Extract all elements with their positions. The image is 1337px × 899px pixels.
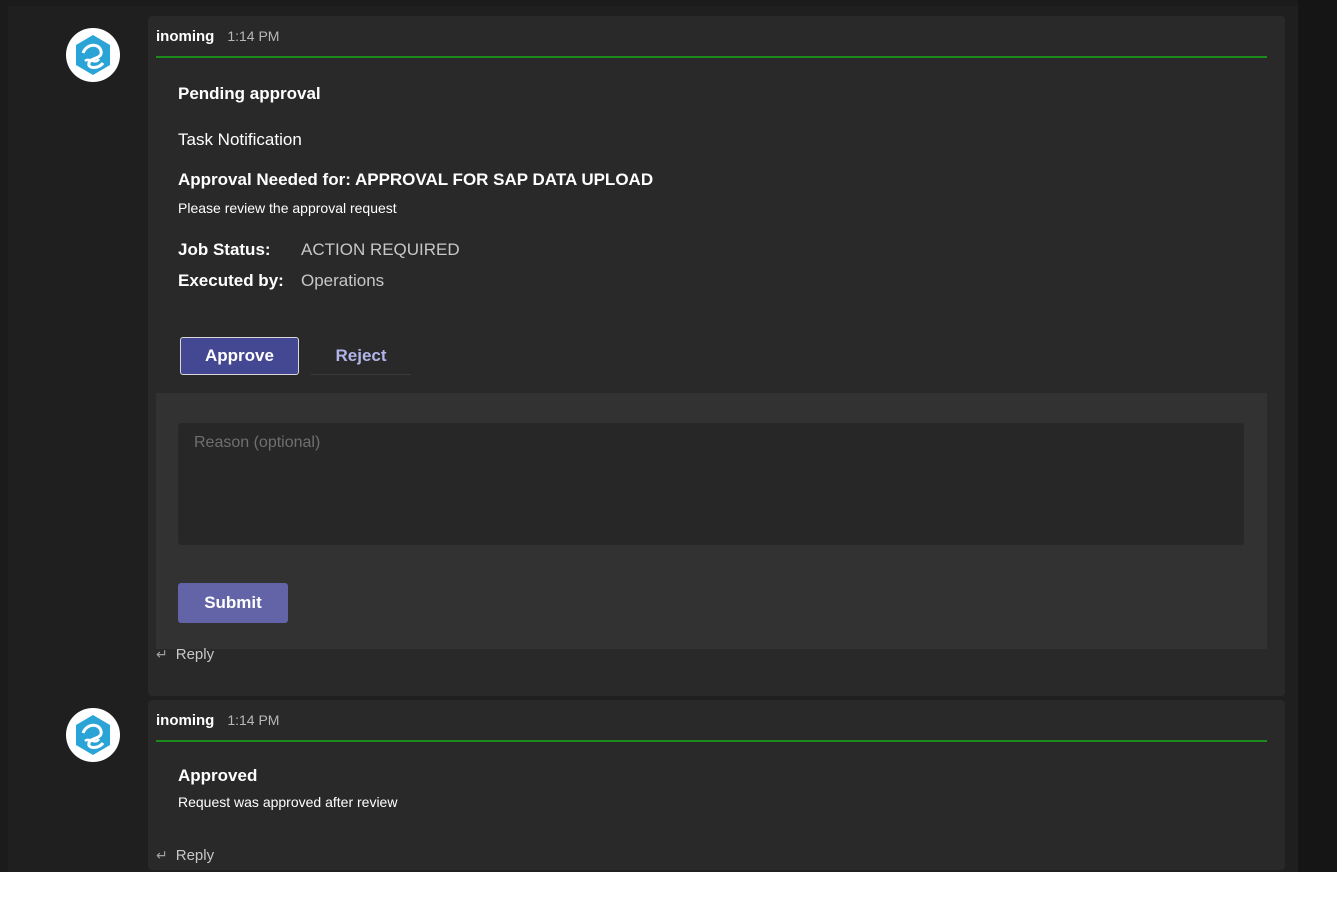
message-pending-approval: inoming 1:14 PM Pending approval Task No… — [148, 16, 1285, 696]
right-edge — [1298, 0, 1337, 872]
reply-label: Reply — [175, 646, 215, 663]
message-approved: inoming 1:14 PM Approved Request was app… — [148, 700, 1285, 870]
message-header: inoming 1:14 PM — [156, 700, 1267, 742]
reason-input[interactable]: Reason (optional) — [178, 423, 1244, 545]
card-note: Request was approved after review — [178, 794, 398, 810]
bottom-edge — [0, 872, 1337, 899]
reply-link[interactable]: ↵ Reply — [156, 646, 214, 663]
card-title: Approved — [178, 766, 258, 785]
executed-by-label: Executed by: — [178, 271, 284, 290]
message-header: inoming 1:14 PM — [156, 16, 1267, 58]
reply-arrow-icon: ↵ — [156, 646, 168, 662]
card-title: Pending approval — [178, 84, 321, 103]
job-status-label: Job Status: — [178, 240, 271, 259]
bot-avatar-icon[interactable] — [66, 708, 120, 762]
approve-button[interactable]: Approve — [180, 337, 299, 375]
reason-panel: Reason (optional) Submit — [156, 393, 1267, 649]
bot-avatar-icon[interactable] — [66, 28, 120, 82]
message-time: 1:14 PM — [227, 712, 280, 728]
sender-name[interactable]: inoming — [156, 712, 214, 729]
reply-arrow-icon: ↵ — [156, 847, 168, 863]
sender-name[interactable]: inoming — [156, 28, 214, 45]
reply-link[interactable]: ↵ Reply — [156, 847, 214, 864]
adaptive-card: Pending approval Task Notification Appro… — [156, 60, 1267, 649]
chat-area: inoming 1:14 PM Pending approval Task No… — [8, 6, 1298, 872]
executed-by-value: Operations — [301, 271, 385, 290]
job-status-value: ACTION REQUIRED — [301, 240, 460, 259]
submit-button[interactable]: Submit — [178, 583, 288, 623]
reply-label: Reply — [175, 847, 215, 864]
card-subtitle: Task Notification — [178, 130, 302, 149]
adaptive-card: Approved Request was approved after revi… — [156, 744, 1267, 824]
reject-button[interactable]: Reject — [311, 337, 411, 375]
message-time: 1:14 PM — [227, 28, 280, 44]
approval-heading: Approval Needed for: APPROVAL FOR SAP DA… — [178, 170, 654, 189]
approval-note: Please review the approval request — [178, 200, 397, 216]
